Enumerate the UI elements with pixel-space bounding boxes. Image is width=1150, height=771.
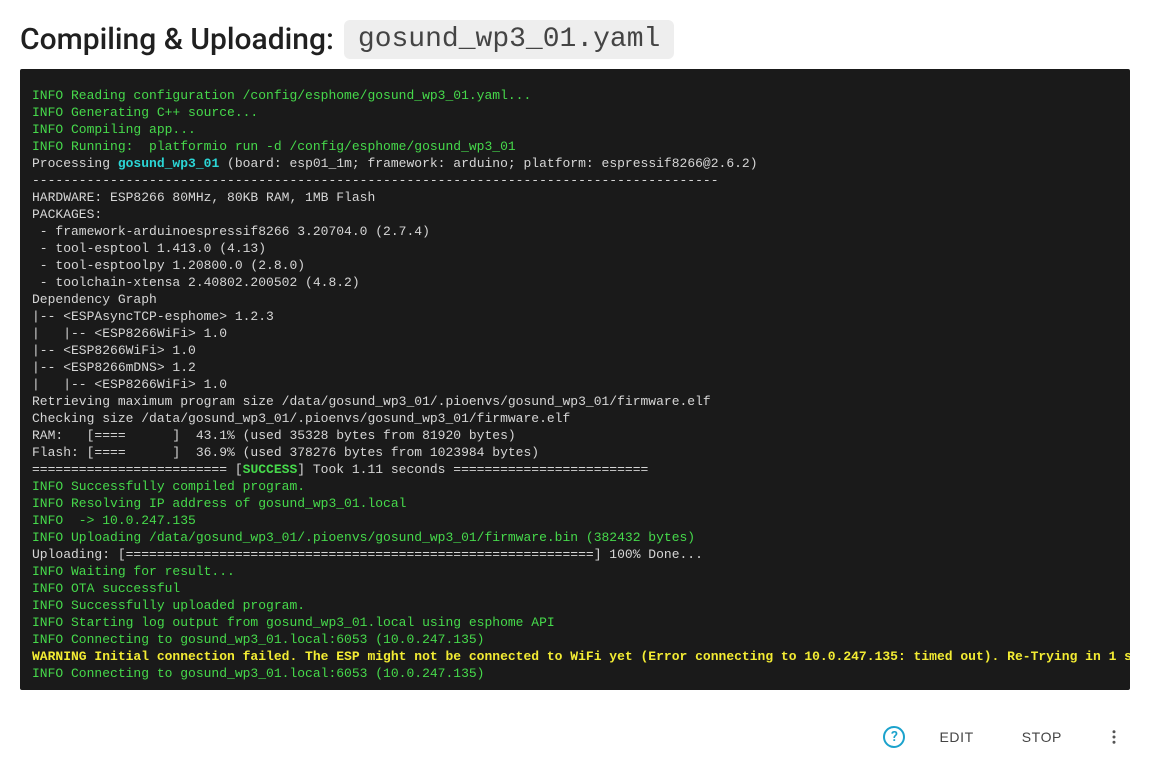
log-line: | |-- <ESP8266WiFi> 1.0 xyxy=(32,325,1118,342)
log-line: INFO Successfully compiled program. xyxy=(32,478,1118,495)
filename-pill: gosund_wp3_01.yaml xyxy=(344,20,674,59)
log-line: Dependency Graph xyxy=(32,291,1118,308)
log-line: - tool-esptoolpy 1.20800.0 (2.8.0) xyxy=(32,257,1118,274)
log-line: INFO Successfully uploaded program. xyxy=(32,597,1118,614)
log-line: INFO Waiting for result... xyxy=(32,563,1118,580)
log-line: INFO Generating C++ source... xyxy=(32,104,1118,121)
footer-actions: ? EDIT STOP xyxy=(0,703,1150,771)
help-glyph: ? xyxy=(891,729,898,745)
log-line: INFO -> 10.0.247.135 xyxy=(32,512,1118,529)
log-line: INFO Reading configuration /config/espho… xyxy=(32,87,1118,104)
log-line: ========================= [SUCCESS] Took… xyxy=(32,461,1118,478)
log-line: ----------------------------------------… xyxy=(32,172,1118,189)
log-line: Retrieving maximum program size /data/go… xyxy=(32,393,1118,410)
log-line: INFO Starting log output from gosund_wp3… xyxy=(32,614,1118,631)
log-line: - framework-arduinoespressif8266 3.20704… xyxy=(32,223,1118,240)
terminal-output[interactable]: INFO Reading configuration /config/espho… xyxy=(20,69,1130,690)
log-line: |-- <ESP8266WiFi> 1.0 xyxy=(32,342,1118,359)
log-line: INFO Compiling app... xyxy=(32,121,1118,138)
log-line: INFO Connecting to gosund_wp3_01.local:6… xyxy=(32,631,1118,648)
header: Compiling & Uploading: gosund_wp3_01.yam… xyxy=(0,0,1150,69)
help-icon[interactable]: ? xyxy=(883,726,905,748)
log-line: Processing gosund_wp3_01 (board: esp01_1… xyxy=(32,155,1118,172)
log-line: Uploading: [============================… xyxy=(32,546,1118,563)
edit-button[interactable]: EDIT xyxy=(923,721,989,753)
terminal-container: INFO Reading configuration /config/espho… xyxy=(0,69,1150,703)
log-line: PACKAGES: xyxy=(32,206,1118,223)
log-line: INFO Uploading /data/gosund_wp3_01/.pioe… xyxy=(32,529,1118,546)
title-row: Compiling & Uploading: gosund_wp3_01.yam… xyxy=(20,20,1130,59)
log-line: - toolchain-xtensa 2.40802.200502 (4.8.2… xyxy=(32,274,1118,291)
stop-button[interactable]: STOP xyxy=(1006,721,1078,753)
kebab-icon xyxy=(1105,728,1123,746)
page-title: Compiling & Uploading: xyxy=(20,22,334,57)
log-line: HARDWARE: ESP8266 80MHz, 80KB RAM, 1MB F… xyxy=(32,189,1118,206)
log-line: INFO Resolving IP address of gosund_wp3_… xyxy=(32,495,1118,512)
log-line: INFO Running: platformio run -d /config/… xyxy=(32,138,1118,155)
log-line: INFO Connecting to gosund_wp3_01.local:6… xyxy=(32,665,1118,682)
log-line: - tool-esptool 1.413.0 (4.13) xyxy=(32,240,1118,257)
log-line: INFO OTA successful xyxy=(32,580,1118,597)
log-line: | |-- <ESP8266WiFi> 1.0 xyxy=(32,376,1118,393)
log-line: RAM: [==== ] 43.1% (used 35328 bytes fro… xyxy=(32,427,1118,444)
log-line: WARNING Initial connection failed. The E… xyxy=(32,648,1118,665)
log-line: Flash: [==== ] 36.9% (used 378276 bytes … xyxy=(32,444,1118,461)
log-line: |-- <ESPAsyncTCP-esphome> 1.2.3 xyxy=(32,308,1118,325)
log-line: Checking size /data/gosund_wp3_01/.pioen… xyxy=(32,410,1118,427)
log-line: |-- <ESP8266mDNS> 1.2 xyxy=(32,359,1118,376)
more-menu-button[interactable] xyxy=(1094,717,1134,757)
